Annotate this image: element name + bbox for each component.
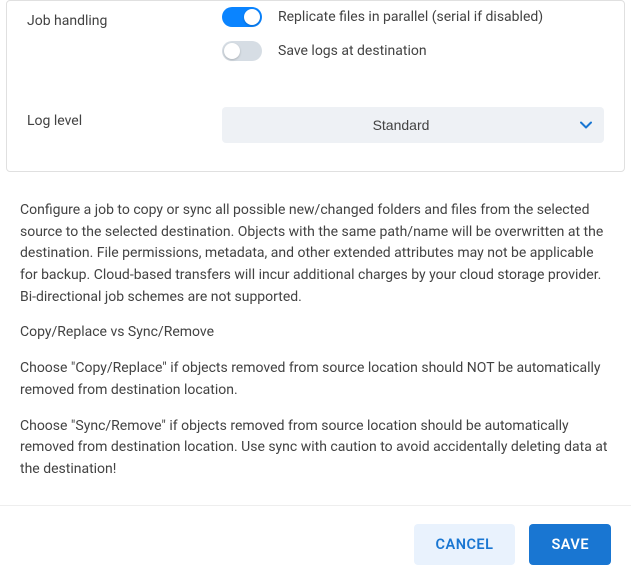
job-handling-controls: Replicate files in parallel (serial if d… — [222, 7, 604, 75]
job-handling-label: Job handling — [27, 7, 222, 29]
description-p4: Choose "Sync/Remove" if objects removed … — [20, 416, 611, 481]
log-level-select-wrap: Standard — [222, 107, 604, 143]
description-p1: Configure a job to copy or sync all poss… — [20, 200, 611, 308]
save-button[interactable]: SAVE — [529, 524, 611, 565]
settings-panel: Job handling Replicate files in parallel… — [6, 0, 625, 172]
log-level-label: Log level — [27, 107, 222, 129]
spacer — [27, 83, 604, 107]
cancel-button[interactable]: CANCEL — [414, 524, 516, 565]
job-handling-row: Job handling Replicate files in parallel… — [27, 7, 604, 75]
log-level-row: Log level Standard — [27, 107, 604, 143]
toggle-knob-icon — [244, 9, 260, 25]
toggle-knob-icon — [224, 43, 240, 59]
description-p2: Copy/Replace vs Sync/Remove — [20, 322, 611, 344]
toggle-parallel-line: Replicate files in parallel (serial if d… — [222, 7, 604, 27]
footer-actions: CANCEL SAVE — [0, 505, 631, 583]
toggle-save-logs-label: Save logs at destination — [278, 43, 427, 59]
description-block: Configure a job to copy or sync all poss… — [0, 172, 631, 505]
log-level-control: Standard — [222, 107, 604, 143]
toggle-parallel-label: Replicate files in parallel (serial if d… — [278, 9, 543, 25]
toggle-parallel[interactable] — [222, 7, 262, 27]
description-p3: Choose "Copy/Replace" if objects removed… — [20, 358, 611, 401]
toggle-save-logs[interactable] — [222, 41, 262, 61]
log-level-select[interactable]: Standard — [222, 107, 604, 143]
toggle-savelogs-line: Save logs at destination — [222, 41, 604, 61]
